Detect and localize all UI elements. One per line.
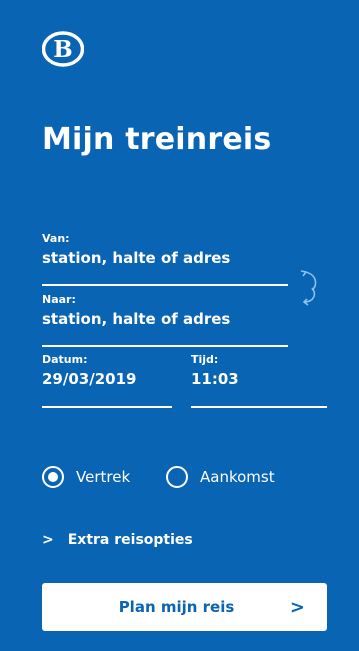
time-input[interactable]: 11:03: [191, 370, 239, 388]
from-input[interactable]: station, halte of adres: [42, 249, 230, 267]
radio-departure-label: Vertrek: [76, 468, 131, 486]
chevron-right-icon: >: [42, 532, 54, 548]
date-label: Datum:: [42, 353, 88, 366]
departure-arrival-radio-group: Vertrek Aankomst: [42, 466, 322, 494]
date-underline: [42, 406, 172, 408]
time-field[interactable]: Tijd: 11:03: [191, 353, 239, 388]
radio-arrival-label: Aankomst: [200, 468, 275, 486]
to-label: Naar:: [42, 293, 76, 306]
from-label: Van:: [42, 232, 70, 245]
plan-trip-label: Plan mijn reis: [118, 598, 235, 616]
extra-options-link[interactable]: > Extra reisopties: [42, 532, 193, 548]
swap-arrows-icon[interactable]: [296, 268, 322, 308]
logo-letter: B: [53, 36, 72, 63]
radio-arrival[interactable]: Aankomst: [166, 466, 275, 488]
plan-trip-button[interactable]: Plan mijn reis >: [42, 583, 327, 631]
radio-departure[interactable]: Vertrek: [42, 466, 130, 488]
radio-checked-icon: [42, 466, 64, 488]
time-label: Tijd:: [191, 353, 219, 366]
radio-unchecked-icon: [166, 466, 188, 488]
chevron-right-icon: >: [289, 597, 305, 618]
extra-options-label: Extra reisopties: [67, 532, 193, 548]
date-field[interactable]: Datum: 29/03/2019: [42, 353, 136, 388]
from-field[interactable]: Van: station, halte of adres: [42, 232, 230, 267]
date-input[interactable]: 29/03/2019: [42, 370, 136, 388]
nmbs-logo-icon: B: [41, 28, 85, 70]
time-underline: [191, 406, 327, 408]
to-input[interactable]: station, halte of adres: [42, 310, 230, 328]
to-field[interactable]: Naar: station, halte of adres: [42, 293, 230, 328]
page-title: Mijn treinreis: [42, 122, 272, 157]
from-underline: [42, 284, 288, 286]
to-underline: [42, 345, 288, 347]
